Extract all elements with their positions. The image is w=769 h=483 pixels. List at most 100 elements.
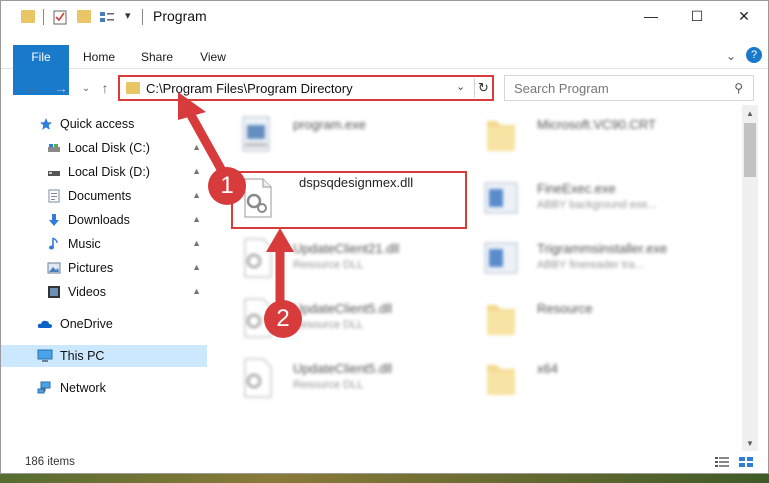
ribbon-collapse-icon[interactable]: ⌄ [726,49,736,63]
film-strip-icon [48,286,60,298]
folder-icon [487,121,515,151]
sidebar-item-documents[interactable]: Documents ▲ [1,185,207,207]
customize-icon[interactable] [99,9,115,25]
large-icons-view-icon[interactable] [739,457,753,467]
search-input[interactable]: Search Program ⚲ [504,75,754,101]
pin-icon[interactable]: ▲ [192,238,201,248]
explorer-window: ▾ Program — ☐ ✕ File Home Share View ⌄ ?… [0,0,769,474]
selected-file-highlight [231,171,467,229]
help-icon[interactable]: ? [746,47,762,63]
navigation-pane: Quick access Local Disk (C:) ▲ Local Dis… [1,109,207,449]
file-type: Resource DLL [293,379,364,391]
file-name: UpdateClient5.dll [293,301,393,316]
sidebar-item-local-disk-c[interactable]: Local Disk (C:) ▲ [1,137,207,159]
ribbon-tabs: File Home Share View ⌄ ? [1,45,768,95]
pin-icon[interactable]: ▲ [192,214,201,224]
sidebar-item-network[interactable]: Network [1,377,207,399]
new-folder-icon[interactable] [77,10,91,23]
drive-icon [48,171,60,176]
step-badge-1: 1 [208,167,246,205]
file-name: Trigrammsinstaller.exe [537,241,668,256]
pictures-icon [47,262,61,274]
recent-locations-button[interactable]: ⌄ [77,79,95,97]
file-name: UpdateClient5.dll [293,361,393,376]
pin-icon[interactable]: ▲ [192,286,201,296]
sidebar-item-label: OneDrive [60,317,113,331]
file-name: FineExec.exe [537,181,616,196]
properties-icon[interactable] [53,9,67,25]
vertical-scrollbar[interactable]: ▲ ▼ [742,105,758,451]
step-badge-2: 2 [264,300,302,338]
item-count: 186 items [25,456,75,468]
pin-icon[interactable]: ▲ [192,166,201,176]
tab-share[interactable]: Share [137,45,177,69]
list-item[interactable]: x64 [481,355,731,405]
sidebar-item-label: Pictures [68,261,114,275]
separator [142,9,143,25]
list-item[interactable]: program.exe [237,111,467,161]
details-view-icon[interactable] [715,457,729,467]
tab-view[interactable]: View [196,45,230,69]
status-bar: 186 items [1,451,768,473]
minimize-button[interactable]: — [628,1,674,31]
sidebar-item-onedrive[interactable]: OneDrive [1,313,207,335]
sidebar-item-label: This PC [60,349,105,363]
list-item[interactable]: UpdateClient5.dll Resource DLL [237,355,467,405]
maximize-button[interactable]: ☐ [674,1,720,31]
folder-icon[interactable] [21,10,35,23]
list-item[interactable]: Microsoft.VC90.CRT [481,111,731,161]
list-item[interactable]: UpdateClient21.dll Resource DLL [237,235,467,285]
exe-file-icon [484,242,518,274]
cloud-icon [37,320,52,328]
list-item[interactable]: FineExec.exe ABBY background exe... [481,175,731,225]
sidebar-item-label: Videos [68,285,106,299]
download-arrow-icon [49,214,59,226]
tab-home[interactable]: Home [79,45,119,69]
sidebar-item-this-pc[interactable]: This PC [1,345,207,367]
computer-icon [37,349,53,362]
sidebar-item-downloads[interactable]: Downloads ▲ [1,209,207,231]
sidebar-item-local-disk-d[interactable]: Local Disk (D:) ▲ [1,161,207,183]
file-type: Resource DLL [293,319,364,331]
scroll-up-button[interactable]: ▲ [742,105,758,121]
scroll-down-button[interactable]: ▼ [742,435,758,451]
pin-icon[interactable]: ▲ [192,142,201,152]
file-list: program.exe dspsqdesignmex.dll UpdateCli… [219,105,741,449]
sidebar-item-pictures[interactable]: Pictures ▲ [1,257,207,279]
file-name: x64 [537,361,558,376]
qa-dropdown-icon[interactable]: ▾ [125,9,131,25]
exe-file-icon [242,116,270,152]
folder-icon [126,82,140,94]
search-icon[interactable]: ⚲ [734,81,743,95]
file-type: Resource DLL [293,259,364,271]
window-title: Program [153,8,207,24]
forward-button[interactable]: → [52,79,70,97]
sidebar-item-videos[interactable]: Videos ▲ [1,281,207,303]
back-button[interactable]: ← [23,79,41,97]
address-path[interactable]: C:\Program Files\Program Directory [146,81,353,96]
up-button[interactable]: ↑ [96,79,114,97]
address-bar[interactable]: C:\Program Files\Program Directory ⌄ ↻ [118,75,494,101]
sidebar-item-music[interactable]: Music ▲ [1,233,207,255]
documents-icon [48,189,60,203]
chevron-down-icon[interactable]: ⌄ [456,80,465,93]
sidebar-item-label: Quick access [60,117,135,131]
title-bar: ▾ Program — ☐ ✕ [1,1,768,31]
sidebar-item-quick-access[interactable]: Quick access [1,113,207,135]
file-name: Microsoft.VC90.CRT [537,117,656,132]
search-placeholder: Search Program [514,81,609,96]
list-item[interactable]: Trigrammsinstaller.exe ABBY finereader t… [481,235,731,285]
pin-icon[interactable]: ▲ [192,190,201,200]
network-icon [37,381,51,394]
exe-file-icon [484,182,518,214]
close-button[interactable]: ✕ [721,1,767,31]
refresh-button[interactable]: ↻ [474,78,492,98]
dll-file-icon [244,358,272,398]
drive-icon [48,144,60,152]
pin-icon[interactable]: ▲ [192,262,201,272]
list-item[interactable]: Resource [481,295,731,345]
sidebar-item-label: Downloads [68,213,130,227]
music-note-icon [49,237,58,250]
scroll-thumb[interactable] [744,123,756,177]
sidebar-item-label: Network [60,381,106,395]
